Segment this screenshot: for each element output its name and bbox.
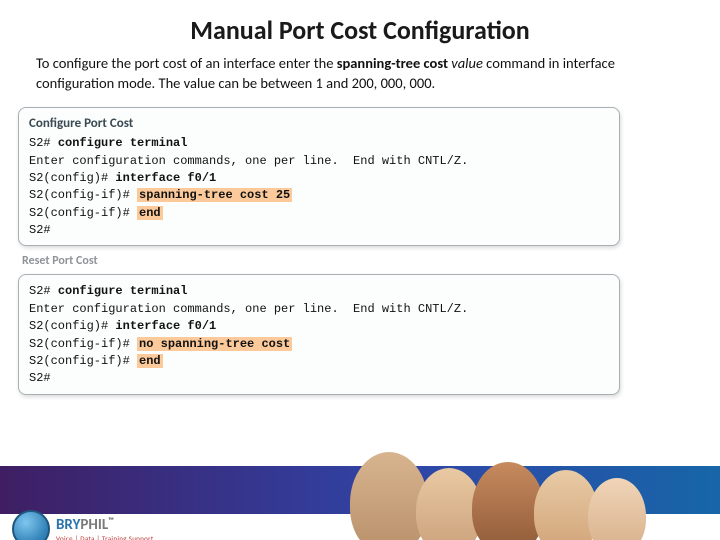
panel-heading: Configure Port Cost	[29, 116, 609, 131]
logo-text: BRYPHIL™	[56, 516, 154, 534]
cmd-highlight: end	[137, 354, 163, 368]
footer-faces	[350, 462, 710, 540]
logo-phil: PHIL	[80, 516, 108, 534]
terminal-output: S2# configure terminal Enter configurati…	[29, 283, 609, 387]
cmd-highlight: end	[137, 206, 163, 220]
globe-icon	[12, 510, 50, 540]
configure-port-cost-panel: Configure Port Cost S2# configure termin…	[18, 107, 620, 246]
face-icon	[472, 462, 544, 540]
bryphil-logo: BRYPHIL™ Voice | Data | Training Support	[12, 510, 154, 540]
face-icon	[350, 452, 428, 540]
output-line: Enter configuration commands, one per li…	[29, 154, 468, 168]
intro-cmd-bold: spanning-tree cost	[337, 54, 452, 72]
prompt: S2(config-if)#	[29, 188, 137, 202]
logo-tm: ™	[108, 516, 114, 526]
page-title: Manual Port Cost Configuration	[0, 14, 720, 46]
reset-port-cost-label: Reset Port Cost	[22, 254, 720, 268]
logo-bry: BRY	[56, 516, 80, 534]
terminal-output: S2# configure terminal Enter configurati…	[29, 135, 609, 239]
logo-tagline: Voice | Data | Training Support	[56, 534, 154, 540]
prompt: S2(config-if)#	[29, 337, 137, 351]
face-icon	[588, 478, 646, 540]
cmd-highlight: spanning-tree cost 25	[137, 188, 292, 202]
cmd: interface f0/1	[115, 319, 216, 333]
cmd: configure terminal	[58, 284, 188, 298]
prompt: S2#	[29, 223, 51, 237]
prompt: S2#	[29, 284, 58, 298]
prompt: S2#	[29, 371, 51, 385]
prompt: S2#	[29, 136, 58, 150]
cmd: configure terminal	[58, 136, 188, 150]
footer: BRYPHIL™ Voice | Data | Training Support	[0, 466, 720, 540]
output-line: Enter configuration commands, one per li…	[29, 302, 468, 316]
intro-pre: To configure the port cost of an interfa…	[36, 54, 337, 72]
cmd-highlight: no spanning-tree cost	[137, 337, 292, 351]
prompt: S2(config)#	[29, 171, 115, 185]
reset-port-cost-panel: S2# configure terminal Enter configurati…	[18, 274, 620, 394]
intro-cmd-value: value	[451, 54, 483, 72]
prompt: S2(config-if)#	[29, 206, 137, 220]
prompt: S2(config-if)#	[29, 354, 137, 368]
intro-paragraph: To configure the port cost of an interfa…	[36, 54, 676, 93]
cmd: interface f0/1	[115, 171, 216, 185]
prompt: S2(config)#	[29, 319, 115, 333]
